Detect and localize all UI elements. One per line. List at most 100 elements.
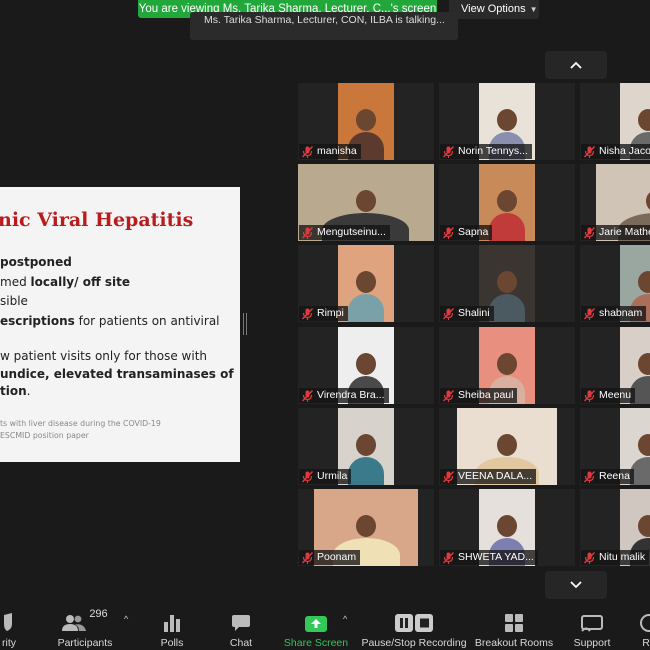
slide-line: med locally/ off site xyxy=(0,275,130,289)
muted-mic-icon xyxy=(302,226,313,239)
person-body xyxy=(489,213,525,241)
record-label: Pause/Stop Recording xyxy=(361,637,467,649)
zoom-meeting-window: You are viewing Ms. Tarika Sharma, Lectu… xyxy=(0,0,650,650)
participant-name: Jarie Mathe xyxy=(599,226,650,238)
participant-name: Nisha Jaco xyxy=(599,145,650,157)
slide-line: escriptions for patients on antiviral xyxy=(0,314,220,328)
muted-mic-icon xyxy=(443,389,454,402)
participants-count: 296 xyxy=(89,608,108,620)
participant-name-label: Sheiba paul xyxy=(440,388,518,403)
slide-line: tion. xyxy=(0,384,31,398)
breakout-rooms-label: Breakout Rooms xyxy=(474,637,554,649)
participant-name: Poonam xyxy=(317,551,357,563)
participant-tile[interactable]: Meenu xyxy=(580,327,650,404)
participant-tile[interactable]: Poonam xyxy=(298,489,434,566)
participant-tile[interactable]: Reena xyxy=(580,408,650,485)
gallery-prev-page-button[interactable] xyxy=(545,51,607,79)
participant-name-label: Rimpi xyxy=(299,306,348,321)
participant-name-label: Reena xyxy=(581,469,634,484)
participant-name-label: Poonam xyxy=(299,550,361,565)
participant-tile[interactable]: shabnam xyxy=(580,245,650,322)
participant-name: Sheiba paul xyxy=(458,389,514,401)
person-body xyxy=(348,294,384,322)
participant-name-label: Nitu malik xyxy=(581,550,650,565)
participant-tile[interactable]: Norin Tennys... xyxy=(439,83,575,160)
muted-mic-icon xyxy=(443,145,454,158)
participant-name-label: VEENA DALA... xyxy=(440,469,537,484)
share-screen-icon xyxy=(305,616,327,632)
share-screen-button[interactable]: Share Screen xyxy=(284,602,348,650)
person-head xyxy=(497,271,517,293)
participant-name: SHWETA YAD... xyxy=(458,551,534,563)
breakout-rooms-icon xyxy=(505,614,523,632)
meeting-toolbar: rity 296 Participants ^ Polls Chat Share… xyxy=(0,602,650,650)
view-options-button[interactable]: View Options ▼ xyxy=(449,0,539,19)
participant-tile[interactable]: Shalini xyxy=(439,245,575,322)
participant-tile[interactable]: Jarie Mathe xyxy=(580,164,650,241)
slide-footnote: ESCMID position paper xyxy=(0,431,89,440)
participant-tile[interactable]: Sheiba paul xyxy=(439,327,575,404)
participant-name-label: Norin Tennys... xyxy=(440,144,532,159)
participant-tile[interactable]: Nitu malik xyxy=(580,489,650,566)
pause-stop-recording-button[interactable]: Pause/Stop Recording xyxy=(361,602,467,650)
support-icon xyxy=(581,615,603,632)
share-screen-options-caret[interactable]: ^ xyxy=(343,614,347,624)
slide-line: sible xyxy=(0,294,28,308)
shield-icon xyxy=(4,613,12,631)
active-speaker-indicator: Ms. Tarika Sharma, Lecturer, CON, ILBA i… xyxy=(190,12,458,40)
participant-tile[interactable]: Rimpi xyxy=(298,245,434,322)
participant-name: Meenu xyxy=(599,389,632,401)
person-head xyxy=(497,109,517,131)
gallery-next-page-button[interactable] xyxy=(545,571,607,599)
participant-name-label: shabnam xyxy=(581,306,647,321)
chevron-up-icon xyxy=(570,61,582,69)
participant-name: VEENA DALA... xyxy=(458,470,533,482)
participant-tile[interactable]: VEENA DALA... xyxy=(439,408,575,485)
participant-tile[interactable]: Urmila xyxy=(298,408,434,485)
participants-button[interactable]: 296 Participants xyxy=(52,602,118,650)
participant-name: Virendra Bra... xyxy=(317,389,385,401)
participant-tile[interactable]: Nisha Jaco xyxy=(580,83,650,160)
split-view-handle[interactable] xyxy=(243,313,247,335)
muted-mic-icon xyxy=(302,389,313,402)
muted-mic-icon xyxy=(584,226,595,239)
support-button[interactable]: Support xyxy=(570,602,614,650)
person-head xyxy=(497,353,517,375)
chat-button[interactable]: Chat xyxy=(221,602,261,650)
person-head xyxy=(356,109,376,131)
security-label: rity xyxy=(2,637,16,649)
participant-name-label: Sapna xyxy=(440,225,493,240)
slide-footnote: ts with liver disease during the COVID-1… xyxy=(0,419,161,428)
participant-name: Sapna xyxy=(458,226,489,238)
participant-name: manisha xyxy=(317,145,357,157)
person-head xyxy=(356,190,376,212)
participants-options-caret[interactable]: ^ xyxy=(124,614,128,624)
polls-icon xyxy=(164,615,180,632)
breakout-rooms-button[interactable]: Breakout Rooms xyxy=(474,602,554,650)
muted-mic-icon xyxy=(584,470,595,483)
participant-tile[interactable]: Sapna xyxy=(439,164,575,241)
slide-line: w patient visits only for those with xyxy=(0,349,208,363)
muted-mic-icon xyxy=(584,145,595,158)
participant-tile[interactable]: manisha xyxy=(298,83,434,160)
participant-tile[interactable]: Mengutseinu... xyxy=(298,164,434,241)
person-body xyxy=(348,457,384,485)
reactions-icon xyxy=(640,614,650,632)
participant-tile[interactable]: SHWETA YAD... xyxy=(439,489,575,566)
reactions-button[interactable]: Re xyxy=(634,602,650,650)
participant-name: shabnam xyxy=(599,307,643,319)
person-head xyxy=(356,353,376,375)
muted-mic-icon xyxy=(302,307,313,320)
participant-tile[interactable]: Virendra Bra... xyxy=(298,327,434,404)
slide-line: undice, elevated transaminases of xyxy=(0,367,234,381)
participant-name: Reena xyxy=(599,470,630,482)
security-button[interactable]: rity xyxy=(0,602,24,650)
muted-mic-icon xyxy=(443,226,454,239)
polls-button[interactable]: Polls xyxy=(152,602,192,650)
chevron-down-icon: ▼ xyxy=(529,5,538,14)
muted-mic-icon xyxy=(302,145,313,158)
participants-icon xyxy=(62,615,87,631)
view-options-label: View Options xyxy=(461,3,526,15)
participant-name: Shalini xyxy=(458,307,490,319)
person-head xyxy=(497,434,517,456)
